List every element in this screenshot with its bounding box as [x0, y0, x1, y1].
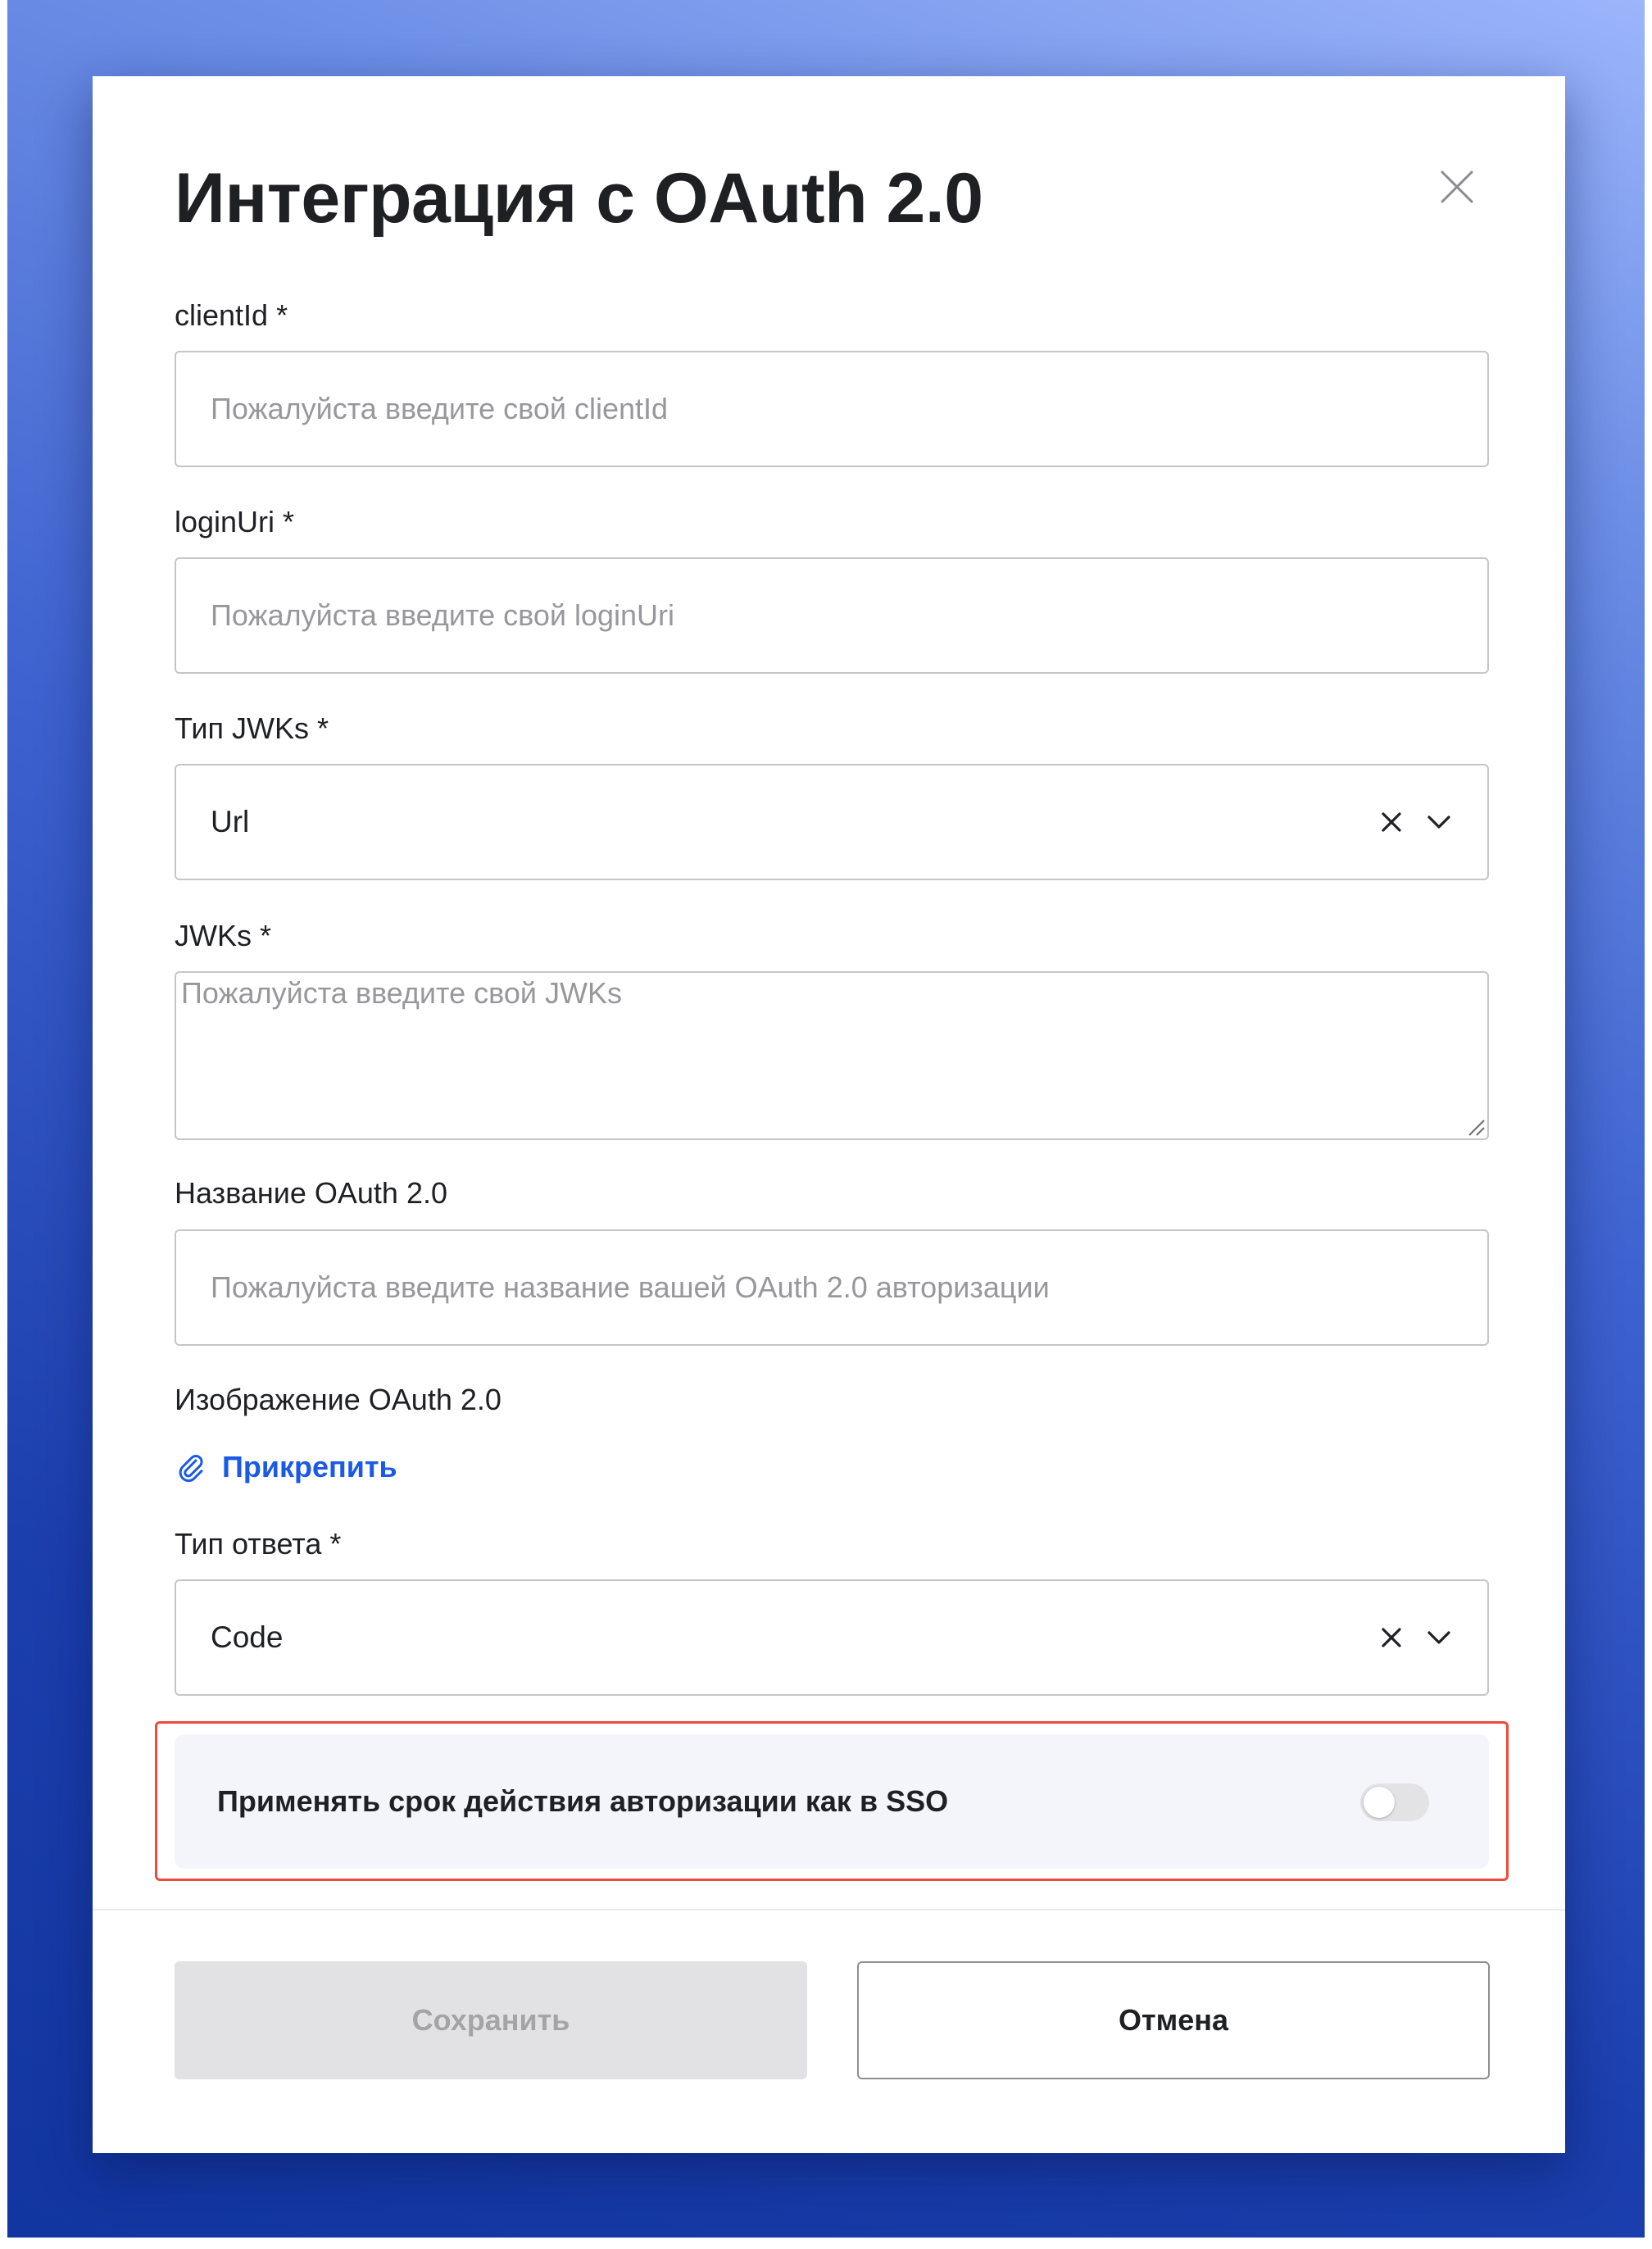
- chevron-down-icon: [1427, 1631, 1450, 1644]
- chevron-down-icon: [1427, 816, 1450, 829]
- sso-expiry-toggle[interactable]: [1360, 1783, 1429, 1821]
- oauth-name-field-box: [175, 1229, 1489, 1346]
- jwks-type-label: Тип JWKs *: [175, 711, 329, 745]
- oauth-integration-dialog: Интеграция с OAuth 2.0 clientId * loginU…: [93, 76, 1565, 2153]
- oauth-name-label: Название OAuth 2.0: [175, 1176, 447, 1210]
- response-type-selected-value: Code: [211, 1620, 284, 1654]
- sso-expiry-option-row: Применять срок действия авторизации как …: [175, 1734, 1489, 1869]
- login-uri-field-box: [175, 557, 1489, 674]
- clear-x-icon: [1382, 1628, 1401, 1647]
- attach-image-link[interactable]: Прикрепить: [175, 1447, 397, 1488]
- jwks-field-box: [175, 971, 1489, 1140]
- response-type-clear-button[interactable]: [1377, 1624, 1405, 1652]
- client-id-field-box: [175, 351, 1489, 467]
- jwks-type-clear-button[interactable]: [1377, 808, 1405, 836]
- close-icon: [1441, 170, 1473, 203]
- response-type-dropdown-toggle[interactable]: [1425, 1624, 1453, 1652]
- login-uri-input[interactable]: [176, 559, 1487, 672]
- toggle-knob: [1364, 1787, 1395, 1818]
- attach-link-label: Прикрепить: [222, 1450, 397, 1483]
- sso-expiry-label: Применять срок действия авторизации как …: [217, 1784, 949, 1818]
- oauth-name-input[interactable]: [176, 1231, 1487, 1344]
- login-uri-label: loginUri *: [175, 505, 295, 538]
- cancel-button[interactable]: Отмена: [857, 1961, 1490, 2079]
- jwks-label: JWKs *: [175, 919, 272, 952]
- jwks-type-select[interactable]: Url: [175, 764, 1489, 880]
- response-type-select[interactable]: Code: [175, 1579, 1489, 1696]
- footer-divider: [93, 1909, 1565, 1911]
- oauth-image-label: Изображение OAuth 2.0: [175, 1383, 502, 1416]
- client-id-label: clientId *: [175, 298, 288, 332]
- clear-x-icon: [1382, 812, 1401, 832]
- resize-handle-icon[interactable]: [1464, 1115, 1486, 1137]
- paperclip-icon: [175, 1451, 207, 1483]
- save-button[interactable]: Сохранить: [175, 1961, 807, 2079]
- client-id-input[interactable]: [176, 352, 1487, 466]
- jwks-textarea[interactable]: [176, 973, 1487, 1138]
- jwks-type-selected-value: Url: [211, 805, 250, 838]
- dialog-title: Интеграция с OAuth 2.0: [175, 159, 983, 238]
- close-button[interactable]: [1434, 164, 1480, 210]
- response-type-label: Тип ответа *: [175, 1527, 342, 1561]
- jwks-type-dropdown-toggle[interactable]: [1425, 808, 1453, 836]
